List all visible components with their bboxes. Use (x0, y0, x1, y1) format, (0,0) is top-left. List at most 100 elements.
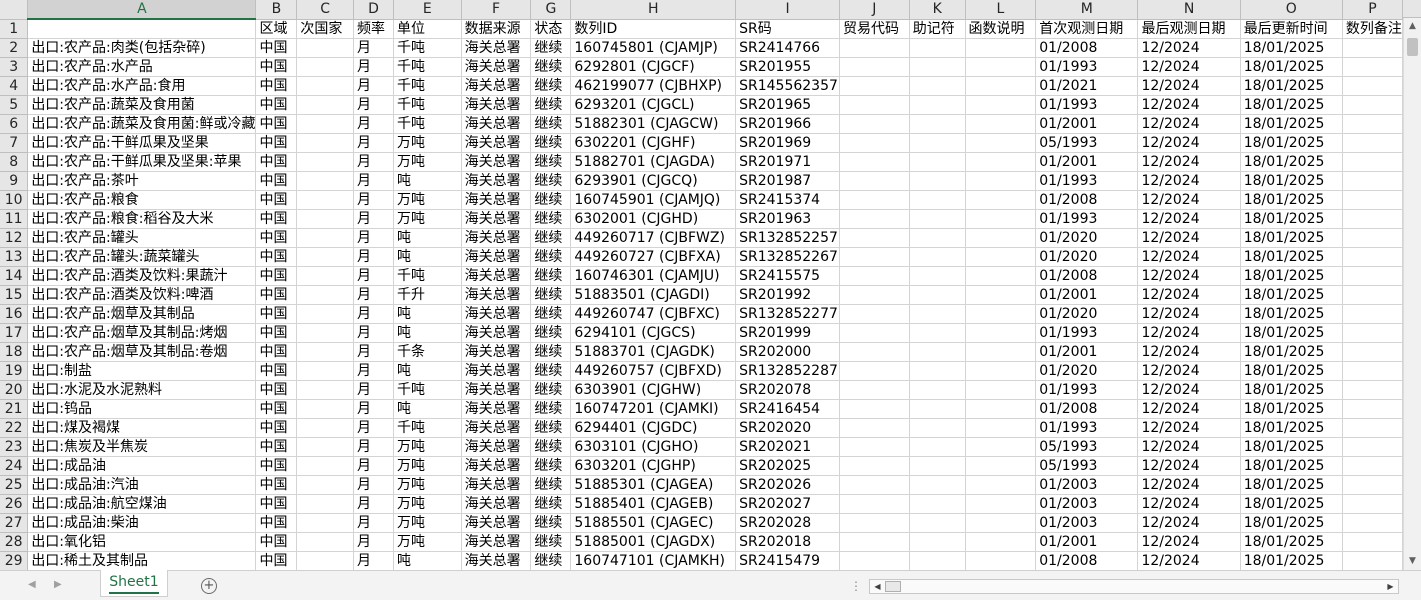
cell-e[interactable]: 千吨 (393, 38, 462, 58)
column-header-i[interactable]: I (735, 0, 840, 20)
cell-m[interactable]: 01/1993 (1035, 57, 1139, 77)
cell-f[interactable]: 海关总署 (461, 76, 532, 96)
column-header-b[interactable]: B (255, 0, 298, 20)
cell-j[interactable] (839, 513, 910, 533)
cell-a[interactable]: 出口:农产品:茶叶 (27, 171, 257, 191)
cell-p[interactable] (1342, 399, 1403, 419)
cell-p[interactable] (1342, 361, 1403, 381)
cell-c[interactable] (296, 266, 355, 286)
cell-l[interactable] (965, 494, 1037, 514)
cell-b[interactable]: 中国 (255, 399, 298, 419)
cell-g[interactable]: 继续 (530, 266, 572, 286)
cell-e[interactable]: 万吨 (393, 475, 462, 495)
cell-f-header[interactable]: 数据来源 (461, 19, 532, 39)
cell-j[interactable] (839, 456, 910, 476)
cell-d[interactable]: 月 (353, 285, 395, 305)
cell-k[interactable] (909, 475, 966, 495)
cell-d[interactable]: 月 (353, 551, 395, 570)
cell-k[interactable] (909, 247, 966, 267)
cell-b[interactable]: 中国 (255, 76, 298, 96)
cell-h[interactable]: 6302001 (CJGHD) (570, 209, 737, 229)
cell-j[interactable] (839, 114, 910, 134)
cell-p[interactable] (1342, 380, 1403, 400)
cell-o[interactable]: 18/01/2025 (1240, 209, 1343, 229)
cell-j[interactable] (839, 285, 910, 305)
cell-o-header[interactable]: 最后更新时间 (1240, 19, 1343, 39)
cell-e[interactable]: 千吨 (393, 57, 462, 77)
cell-d[interactable]: 月 (353, 266, 395, 286)
cell-i[interactable]: SR201971 (735, 152, 840, 172)
cell-l[interactable] (965, 152, 1037, 172)
cell-g[interactable]: 继续 (530, 304, 572, 324)
cell-j[interactable] (839, 38, 910, 58)
row-header[interactable]: 29 (0, 551, 29, 570)
cell-h[interactable]: 6293201 (CJGCL) (570, 95, 737, 115)
cell-o[interactable]: 18/01/2025 (1240, 418, 1343, 438)
cell-p[interactable] (1342, 76, 1403, 96)
cell-d-header[interactable]: 频率 (353, 19, 395, 39)
scroll-left-icon[interactable]: ◀ (871, 580, 884, 593)
cell-l[interactable] (965, 114, 1037, 134)
cell-m[interactable]: 01/2008 (1035, 399, 1139, 419)
row-header[interactable]: 9 (0, 171, 29, 191)
cell-n[interactable]: 12/2024 (1137, 38, 1241, 58)
cell-m[interactable]: 01/2020 (1035, 361, 1139, 381)
cell-l[interactable] (965, 209, 1037, 229)
cell-d[interactable]: 月 (353, 304, 395, 324)
cell-i[interactable]: SR202000 (735, 342, 840, 362)
cell-k[interactable] (909, 114, 966, 134)
cell-o[interactable]: 18/01/2025 (1240, 228, 1343, 248)
cell-a[interactable]: 出口:农产品:粮食 (27, 190, 257, 210)
cell-n[interactable]: 12/2024 (1137, 304, 1241, 324)
cell-h[interactable]: 6294401 (CJGDC) (570, 418, 737, 438)
cell-p-header[interactable]: 数列备注 (1342, 19, 1403, 39)
row-header[interactable]: 16 (0, 304, 29, 324)
row-header[interactable]: 5 (0, 95, 29, 115)
cell-a[interactable]: 出口:农产品:水产品:食用 (27, 76, 257, 96)
cell-h[interactable]: 160747101 (CJAMKH) (570, 551, 737, 570)
cell-k[interactable] (909, 513, 966, 533)
cell-a[interactable]: 出口:制盐 (27, 361, 257, 381)
cell-e[interactable]: 千吨 (393, 418, 462, 438)
row-header[interactable]: 21 (0, 399, 29, 419)
cell-n[interactable]: 12/2024 (1137, 57, 1241, 77)
cell-g[interactable]: 继续 (530, 95, 572, 115)
cell-d[interactable]: 月 (353, 228, 395, 248)
row-header[interactable]: 17 (0, 323, 29, 343)
row-header[interactable]: 6 (0, 114, 29, 134)
cell-f[interactable]: 海关总署 (461, 437, 532, 457)
cell-b[interactable]: 中国 (255, 475, 298, 495)
scroll-down-icon[interactable]: ▼ (1404, 553, 1421, 570)
cell-d[interactable]: 月 (353, 171, 395, 191)
cell-e[interactable]: 吨 (393, 399, 462, 419)
row-header[interactable]: 18 (0, 342, 29, 362)
cell-i[interactable]: SR201987 (735, 171, 840, 191)
cell-m[interactable]: 01/2003 (1035, 513, 1139, 533)
row-header[interactable]: 26 (0, 494, 29, 514)
cell-n[interactable]: 12/2024 (1137, 361, 1241, 381)
cell-k[interactable] (909, 57, 966, 77)
cell-e[interactable]: 千条 (393, 342, 462, 362)
cell-d[interactable]: 月 (353, 323, 395, 343)
cell-i[interactable]: SR132852287 (735, 361, 840, 381)
cell-m[interactable]: 01/2001 (1035, 285, 1139, 305)
cell-n[interactable]: 12/2024 (1137, 418, 1241, 438)
cell-k[interactable] (909, 399, 966, 419)
cell-n[interactable]: 12/2024 (1137, 247, 1241, 267)
cell-g[interactable]: 继续 (530, 114, 572, 134)
column-header-e[interactable]: E (393, 0, 462, 20)
cell-l[interactable] (965, 323, 1037, 343)
cell-i[interactable]: SR202027 (735, 494, 840, 514)
cell-e[interactable]: 千吨 (393, 266, 462, 286)
cell-h[interactable]: 51885501 (CJAGEC) (570, 513, 737, 533)
next-sheet-icon[interactable]: ▶ (54, 579, 62, 590)
cell-b[interactable]: 中国 (255, 247, 298, 267)
cell-e[interactable]: 吨 (393, 304, 462, 324)
cell-a[interactable]: 出口:农产品:酒类及饮料:果蔬汁 (27, 266, 257, 286)
cell-c[interactable] (296, 247, 355, 267)
cell-l[interactable] (965, 133, 1037, 153)
cell-i[interactable]: SR2415575 (735, 266, 840, 286)
row-header[interactable]: 8 (0, 152, 29, 172)
horizontal-scrollbar[interactable]: ◀ ▶ (869, 579, 1399, 594)
cell-l[interactable] (965, 76, 1037, 96)
